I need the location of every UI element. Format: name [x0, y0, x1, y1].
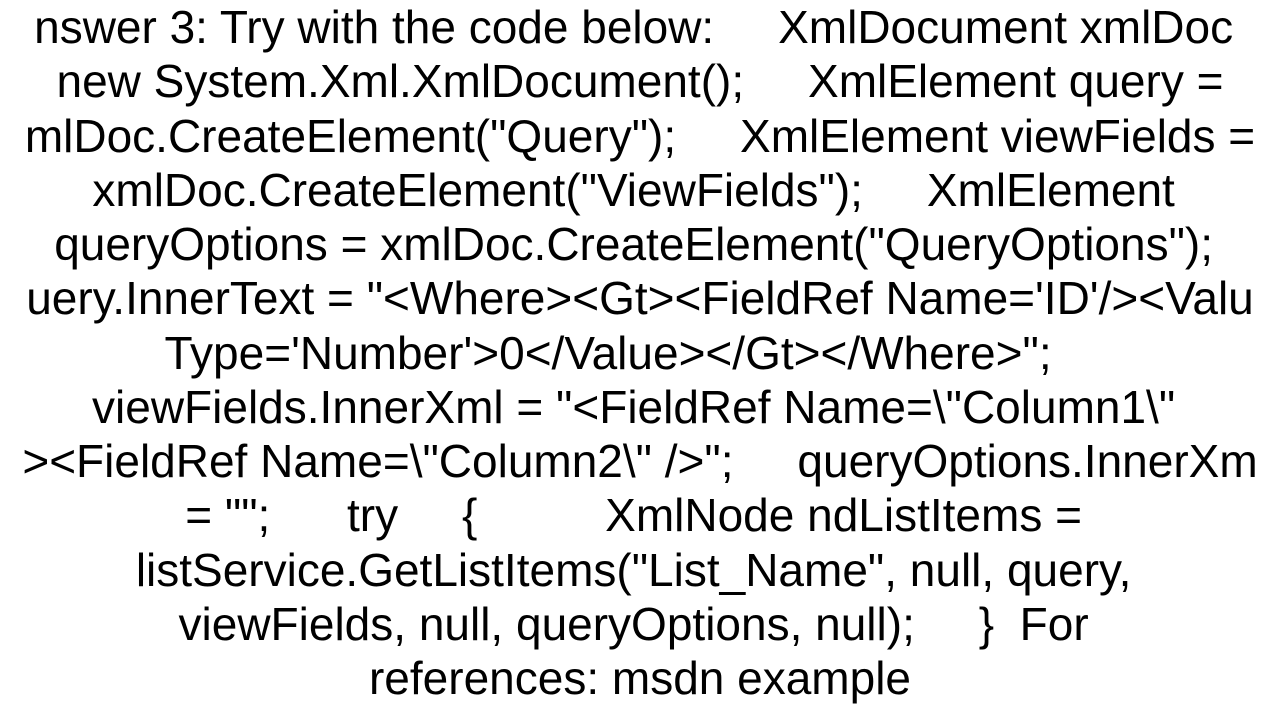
line-13: references: msdn example	[369, 652, 911, 704]
line-8: viewFields.InnerXml = "<FieldRef Name=\"…	[92, 381, 1188, 433]
line-3: mlDoc.CreateElement("Query"); XmlElement…	[25, 110, 1255, 162]
answer-text-block: nswer 3: Try with the code below: XmlDoc…	[0, 0, 1280, 705]
line-1: nswer 3: Try with the code below: XmlDoc…	[34, 1, 1246, 53]
line-7: Type='Number'>0</Value></Gt></Where>";	[164, 327, 1115, 379]
line-9: ><FieldRef Name=\"Column2\" />"; queryOp…	[22, 435, 1257, 487]
line-11: listService.GetListItems("List_Name", nu…	[136, 544, 1144, 596]
line-10: = ""; try { XmlNode ndListItems =	[185, 489, 1095, 541]
line-4: xmlDoc.CreateElement("ViewFields"); XmlE…	[92, 164, 1187, 216]
line-2: new System.Xml.XmlDocument(); XmlElement…	[44, 55, 1237, 107]
line-6: uery.InnerText = "<Where><Gt><FieldRef N…	[26, 272, 1254, 324]
line-12: viewFields, null, queryOptions, null); }…	[179, 598, 1102, 650]
line-5: queryOptions = xmlDoc.CreateElement("Que…	[54, 218, 1226, 270]
